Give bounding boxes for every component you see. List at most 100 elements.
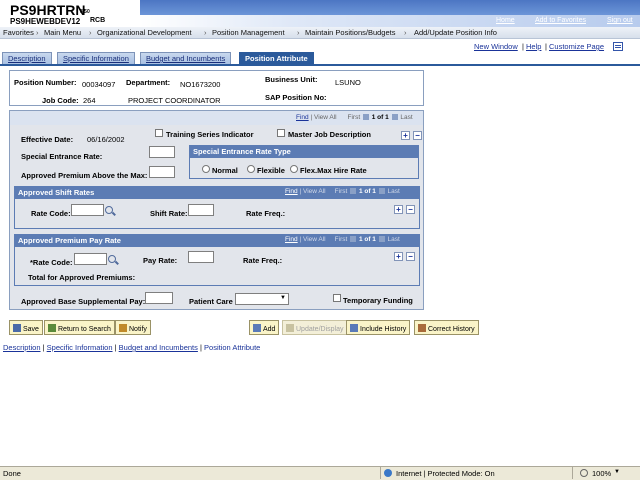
find-link[interactable]: Find bbox=[296, 114, 309, 121]
view-all-link[interactable]: View All bbox=[314, 114, 337, 121]
department-label: Department: bbox=[126, 78, 171, 87]
breadcrumb-separator: › bbox=[204, 28, 207, 37]
delete-premium-row-button[interactable]: − bbox=[406, 252, 415, 261]
add-shift-row-button[interactable]: + bbox=[394, 205, 403, 214]
training-series-label: Training Series Indicator bbox=[166, 130, 254, 139]
radio-normal[interactable] bbox=[202, 165, 210, 173]
nav-separator: | bbox=[310, 114, 313, 121]
breadcrumb-main-menu[interactable]: Main Menu bbox=[44, 28, 81, 37]
prev-arrow-icon[interactable] bbox=[362, 114, 369, 121]
delete-shift-row-button[interactable]: − bbox=[406, 205, 415, 214]
security-zone: Internet | Protected Mode: On bbox=[396, 469, 495, 478]
breadcrumb-org-development[interactable]: Organizational Development bbox=[97, 28, 192, 37]
rate-code-lookup-icon[interactable] bbox=[105, 206, 113, 214]
footer-tab-links: Description | Specific Information | Bud… bbox=[3, 343, 260, 352]
add-row-button[interactable]: + bbox=[401, 131, 410, 140]
shift-rate-code-label: Rate Code: bbox=[31, 209, 71, 218]
rate-type-title: Special Entrance Rate Type bbox=[193, 147, 291, 156]
radio-flex-max-hire[interactable] bbox=[290, 165, 298, 173]
return-to-search-button[interactable]: Return to Search bbox=[44, 320, 115, 335]
next-arrow-icon[interactable] bbox=[378, 236, 385, 243]
breadcrumb-position-management[interactable]: Position Management bbox=[212, 28, 285, 37]
row-range: 1 of 1 bbox=[358, 236, 376, 243]
add-button[interactable]: Add bbox=[249, 320, 280, 335]
zoom-dropdown-icon[interactable]: ▼ bbox=[614, 469, 620, 475]
update-display-button: Update/Display bbox=[282, 320, 348, 335]
job-code-value: 264 bbox=[83, 96, 96, 105]
special-entrance-rate-input[interactable] bbox=[149, 146, 175, 158]
base-supplemental-input[interactable] bbox=[145, 292, 173, 304]
include-history-button[interactable]: Include History bbox=[346, 320, 411, 335]
tab-position-attribute[interactable]: Position Attribute bbox=[239, 52, 314, 64]
last-link[interactable]: Last bbox=[400, 114, 412, 121]
notify-button[interactable]: Notify bbox=[115, 320, 151, 335]
status-text: Done bbox=[3, 469, 21, 478]
user-name: RCB bbox=[90, 17, 106, 24]
patient-care-label: Patient Care bbox=[189, 297, 233, 306]
first-link[interactable]: First bbox=[347, 114, 360, 121]
delete-row-button[interactable]: − bbox=[413, 131, 422, 140]
shift-rate-code-input[interactable] bbox=[71, 204, 104, 216]
zoom-icon[interactable] bbox=[580, 469, 588, 477]
breadcrumb-favorites[interactable]: Favorites bbox=[3, 28, 34, 37]
correct-history-button[interactable]: Correct History bbox=[414, 320, 479, 335]
premium-rate-code-lookup-icon[interactable] bbox=[108, 255, 116, 263]
last-link[interactable]: Last bbox=[388, 188, 400, 195]
first-link[interactable]: First bbox=[335, 188, 348, 195]
customize-page-link[interactable]: Customize Page bbox=[549, 42, 604, 51]
premium-rate-code-label: *Rate Code: bbox=[30, 258, 73, 267]
shift-rate-input[interactable] bbox=[188, 204, 214, 216]
add-premium-row-button[interactable]: + bbox=[394, 252, 403, 261]
next-arrow-icon[interactable] bbox=[378, 188, 385, 195]
breadcrumb-separator: › bbox=[89, 28, 92, 37]
prev-arrow-icon[interactable] bbox=[350, 188, 357, 195]
add-label: Add bbox=[263, 326, 276, 333]
approved-premium-input[interactable] bbox=[149, 166, 175, 178]
prev-arrow-icon[interactable] bbox=[350, 236, 357, 243]
add-to-favorites-link[interactable]: Add to Favorites bbox=[535, 17, 586, 24]
master-job-checkbox[interactable] bbox=[277, 129, 285, 137]
page-layout-icon[interactable] bbox=[613, 42, 623, 51]
footer-separator: | bbox=[42, 343, 45, 352]
premium-rate-code-input[interactable] bbox=[74, 253, 107, 265]
shift-rate-label: Shift Rate: bbox=[150, 209, 188, 218]
next-arrow-icon[interactable] bbox=[391, 114, 398, 121]
temporary-funding-checkbox[interactable] bbox=[333, 294, 341, 302]
last-link[interactable]: Last bbox=[388, 236, 400, 243]
training-series-checkbox[interactable] bbox=[155, 129, 163, 137]
nav-separator: | bbox=[299, 236, 302, 243]
footer-separator: | bbox=[200, 343, 202, 352]
job-code-label: Job Code: bbox=[42, 96, 79, 105]
view-all-link[interactable]: View All bbox=[303, 188, 326, 195]
new-window-link[interactable]: New Window bbox=[474, 42, 518, 51]
find-link[interactable]: Find bbox=[285, 188, 298, 195]
footer-link-description[interactable]: Description bbox=[3, 343, 41, 352]
base-supplemental-label: Approved Base Supplemental Pay: bbox=[21, 297, 146, 306]
breadcrumb-maintain-positions[interactable]: Maintain Positions/Budgets bbox=[305, 28, 395, 37]
database-name: PS9HEWEBDEV12 bbox=[10, 17, 81, 26]
patient-care-select[interactable] bbox=[235, 293, 289, 305]
premium-pay-header: Approved Premium Pay Rate Find | View Al… bbox=[14, 234, 420, 247]
correct-history-label: Correct History bbox=[428, 326, 475, 333]
footer-link-specific-information[interactable]: Specific Information bbox=[47, 343, 113, 352]
update-icon bbox=[286, 324, 294, 332]
job-title-value: PROJECT COORDINATOR bbox=[128, 96, 221, 105]
notify-icon bbox=[119, 324, 127, 332]
nav-separator: | bbox=[299, 188, 302, 195]
footer-link-budget[interactable]: Budget and Incumbents bbox=[119, 343, 198, 352]
radio-flexible[interactable] bbox=[247, 165, 255, 173]
home-link[interactable]: Home bbox=[496, 17, 515, 24]
tab-description[interactable]: Description bbox=[2, 52, 52, 64]
sign-out-link[interactable]: Sign out bbox=[607, 17, 633, 24]
first-link[interactable]: First bbox=[335, 236, 348, 243]
tab-budget-and-incumbents[interactable]: Budget and Incumbents bbox=[140, 52, 232, 64]
find-link[interactable]: Find bbox=[285, 236, 298, 243]
tab-specific-information[interactable]: Specific Information bbox=[57, 52, 135, 64]
save-button[interactable]: Save bbox=[9, 320, 43, 335]
zoom-level[interactable]: 100% bbox=[592, 469, 611, 478]
view-all-link[interactable]: View All bbox=[303, 236, 326, 243]
radio-flexible-label: Flexible bbox=[257, 166, 285, 175]
help-link[interactable]: Help bbox=[526, 42, 541, 51]
pay-rate-input[interactable] bbox=[188, 251, 214, 263]
status-divider bbox=[380, 467, 381, 479]
